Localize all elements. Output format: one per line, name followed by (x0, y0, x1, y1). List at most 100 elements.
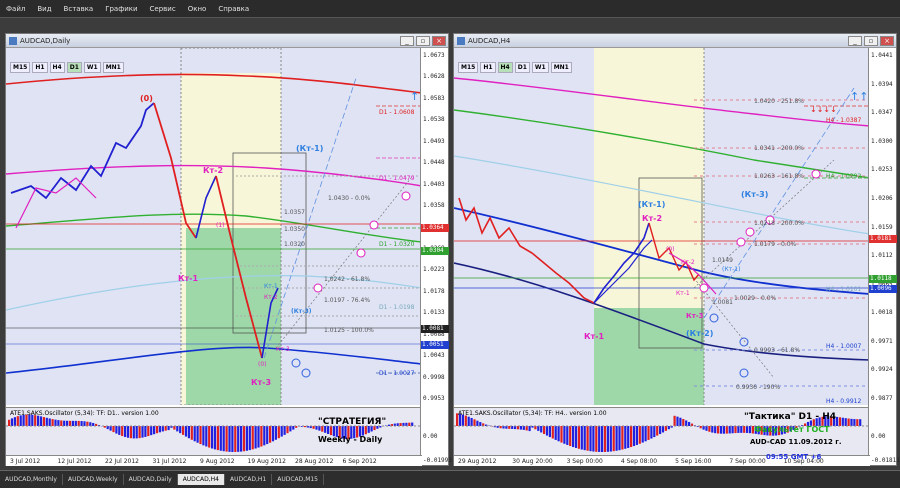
tf-m15[interactable]: M15 (458, 62, 479, 73)
oscillator-bar (158, 426, 161, 433)
price-axis[interactable]: 1.0441 1.0394 1.0347 1.0300 1.0253 1.0206 1.01… (868, 48, 900, 464)
minimize-button[interactable]: _ (400, 35, 414, 46)
chart-titlebar[interactable]: AUDCAD,Daily _ ▫ × (6, 34, 448, 48)
oscillator-bar (853, 419, 856, 426)
oscillator-bar (618, 426, 621, 451)
tf-d1[interactable]: D1 (66, 62, 82, 73)
menu-insert[interactable]: Вставка (58, 5, 100, 13)
oscillator-bar (850, 418, 853, 426)
oscillator-bar (216, 426, 219, 451)
tf-h1[interactable]: H1 (32, 62, 48, 73)
chart-icon (9, 36, 17, 45)
oscillator-bar (746, 426, 749, 433)
tf-h4[interactable]: H4 (497, 62, 513, 73)
oscillator-bar (586, 426, 589, 451)
chart-tab[interactable]: AUDCAD,Monthly (0, 474, 63, 485)
price-tick: 1.0178 (423, 287, 445, 295)
chart-tab[interactable]: AUDCAD,M15 (272, 474, 324, 485)
tf-mn1[interactable]: MN1 (550, 62, 572, 73)
oscillator-bar (566, 426, 569, 445)
chart-window-h4[interactable]: AUDCAD,H4 _ ▫ × ↑↑ ↓↓↓↓ M15 H1 H4 D1 W1 … (453, 33, 900, 466)
menu-view[interactable]: Вид (31, 5, 57, 13)
time-axis[interactable]: 3 Jul 2012 12 Jul 2012 22 Jul 2012 31 Jul 2… (6, 455, 422, 466)
menu-window[interactable]: Окно (182, 5, 213, 13)
restore-button[interactable]: ▫ (416, 35, 430, 46)
price-chart-area[interactable]: ↑ (6, 48, 422, 405)
oscillator-bar (182, 426, 185, 435)
oscillator-bar (8, 419, 11, 426)
target-circle-5 (811, 169, 821, 179)
price-axis[interactable]: 1.0673 1.0628 1.0583 1.0538 1.0493 1.0448 1.04… (420, 48, 452, 464)
price-badge: 1.0364 (421, 224, 449, 232)
oscillator-bar (543, 426, 546, 435)
oscillator-bar (83, 421, 86, 426)
target-label-d1-3: D1 - 1.0198 (379, 304, 415, 311)
oscillator-bar (45, 417, 48, 426)
price-chart-svg: ↑ (6, 48, 422, 405)
oscillator-bar (153, 426, 156, 435)
target-circle-2 (736, 237, 746, 247)
oscillator-bar (688, 421, 691, 426)
menu-charts[interactable]: Графики (99, 5, 143, 13)
tf-h4[interactable]: H4 (49, 62, 65, 73)
label-point-0: (0) (140, 94, 153, 103)
date-tick: 4 Sep 08:00 (620, 458, 658, 465)
price-tick: 1.0112 (871, 252, 893, 260)
chart-window-daily[interactable]: AUDCAD,Daily _ ▫ × ↑ M15 H1 H4 D1 W1 MN1… (5, 33, 452, 466)
price-badge: 1.0081 (421, 325, 449, 333)
menu-file[interactable]: Файл (0, 5, 31, 13)
date-tick: 22 Jul 2012 (105, 458, 139, 465)
oscillator-bar (179, 426, 182, 434)
oscillator-bar (711, 426, 714, 433)
oscillator-bar (743, 426, 746, 433)
label-kt2: Кт-2 (642, 214, 663, 223)
oscillator-bar (364, 426, 367, 435)
tf-w1[interactable]: W1 (531, 62, 549, 73)
restore-button[interactable]: ▫ (864, 35, 878, 46)
oscillator-bar (190, 426, 193, 440)
price-tick: 1.0223 (423, 266, 445, 274)
oscillator-label: ATE1.SAKS.Oscillator (5,34): TF: H4.. ve… (458, 410, 607, 417)
oscillator-bar (572, 426, 575, 448)
oscillator-bar (859, 419, 862, 426)
oscillator-bar (624, 426, 627, 449)
down-arrows-icon: ↓↓↓↓ (810, 105, 837, 114)
oscillator-bar (150, 426, 153, 436)
menu-help[interactable]: Справка (212, 5, 255, 13)
oscillator-bar (103, 426, 106, 428)
tf-w1[interactable]: W1 (83, 62, 101, 73)
price-tick: 1.0043 (423, 352, 445, 360)
oscillator-bar (228, 426, 231, 452)
price-chart-area[interactable]: ↑↑ ↓↓↓↓ (454, 48, 870, 405)
oscillator-bar (748, 426, 752, 434)
chart-tab[interactable]: AUDCAD,Daily (124, 474, 178, 485)
oscillator-bar (551, 426, 554, 439)
oscillator-bar (537, 426, 540, 431)
label-kt1-mini: (1) (216, 222, 225, 229)
oscillator-bar (717, 426, 720, 434)
tf-h1[interactable]: H1 (480, 62, 496, 73)
oscillator-bar (115, 426, 118, 434)
tf-d1[interactable]: D1 (514, 62, 530, 73)
osc-tick: -0.01811 (871, 457, 900, 464)
close-button[interactable]: × (880, 35, 894, 46)
oscillator-bar (467, 416, 470, 426)
chart-tab[interactable]: AUDCAD,H4 (177, 474, 225, 485)
oscillator-bar (277, 426, 280, 439)
target-label-h4-4: H4 - 1.0007 (826, 343, 862, 350)
minimize-button[interactable]: _ (848, 35, 862, 46)
close-button[interactable]: × (432, 35, 446, 46)
oscillator-bar (838, 417, 841, 426)
chart-titlebar[interactable]: AUDCAD,H4 _ ▫ × (454, 34, 896, 48)
oscillator-bar (161, 426, 164, 432)
level-label-2: 1.0350 (284, 226, 305, 233)
chart-tab[interactable]: AUDCAD,Weekly (63, 474, 124, 485)
tf-mn1[interactable]: MN1 (102, 62, 124, 73)
date-tick: 28 Aug 2012 (295, 458, 334, 465)
menu-tools[interactable]: Сервис (144, 5, 182, 13)
chart-tab[interactable]: AUDCAD,H1 (225, 474, 273, 485)
oscillator-panel[interactable]: ATE1.SAKS.Oscillator (5,34): TF: D1.. ve… (6, 407, 422, 455)
tf-m15[interactable]: M15 (10, 62, 31, 73)
oscillator-bar (615, 426, 618, 451)
point-circle-1 (709, 313, 719, 323)
